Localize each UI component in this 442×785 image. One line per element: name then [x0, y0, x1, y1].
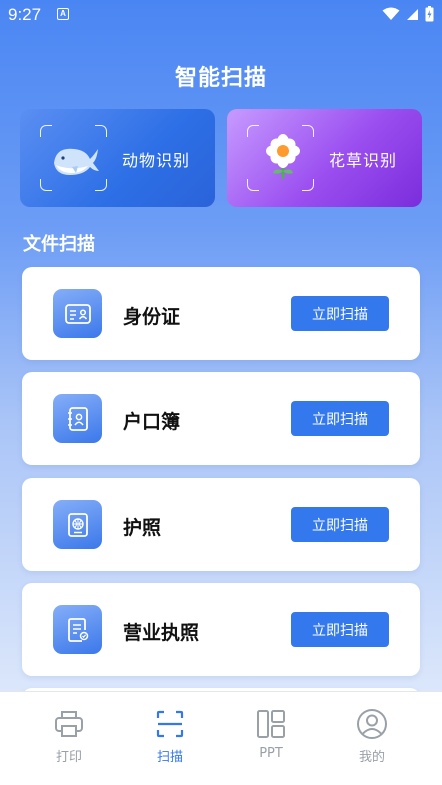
scan-now-button[interactable]: 立即扫描: [291, 401, 389, 436]
plant-recognition-card[interactable]: 花草识别: [227, 109, 422, 207]
nav-label: 扫描: [156, 750, 183, 765]
business-license-icon: [53, 605, 102, 654]
wifi-icon: [382, 7, 400, 20]
scan-item-id-card[interactable]: 身份证 立即扫描: [22, 267, 420, 360]
notification-icon: A: [57, 8, 69, 20]
status-icons: [382, 6, 434, 22]
scan-item-label: 身份证: [123, 306, 181, 328]
bottom-nav: 打印 扫描 PPT 我的: [0, 691, 442, 785]
scan-item-business-license[interactable]: 营业执照 立即扫描: [22, 583, 420, 676]
animal-recognition-card[interactable]: 动物识别: [20, 109, 215, 207]
nav-item-scan[interactable]: 扫描: [130, 708, 210, 765]
scan-item-passport[interactable]: 护照 立即扫描: [22, 478, 420, 571]
feature-label: 动物识别: [122, 151, 191, 170]
scan-item-label: 营业执照: [123, 622, 200, 644]
scan-icon: [156, 710, 184, 738]
battery-icon: [425, 6, 434, 22]
layout-icon: [257, 710, 285, 738]
section-title: 文件扫描: [23, 234, 95, 255]
printer-icon: [55, 711, 83, 737]
scan-item-label: 护照: [123, 517, 162, 539]
scan-now-button[interactable]: 立即扫描: [291, 296, 389, 331]
nav-label: PPT: [259, 746, 283, 761]
scan-item-label: 户口簿: [123, 411, 181, 433]
nav-item-ppt[interactable]: PPT: [231, 708, 311, 761]
household-book-icon: [53, 394, 102, 443]
signal-icon: [407, 8, 418, 20]
nav-item-mine[interactable]: 我的: [332, 708, 412, 765]
nav-item-print[interactable]: 打印: [29, 708, 109, 765]
status-time: 9:27: [8, 5, 42, 24]
user-icon: [357, 709, 387, 739]
scan-now-button[interactable]: 立即扫描: [291, 612, 389, 647]
flower-icon: [266, 134, 300, 179]
passport-icon: [53, 500, 102, 549]
id-card-icon: [53, 289, 102, 338]
whale-icon: [54, 148, 99, 175]
nav-label: 打印: [55, 750, 82, 765]
status-bar: 9:27 A: [0, 0, 442, 30]
scan-now-button[interactable]: 立即扫描: [291, 507, 389, 542]
scan-item-household-book[interactable]: 户口簿 立即扫描: [22, 372, 420, 465]
page-title: 智能扫描: [174, 66, 267, 91]
nav-label: 我的: [358, 750, 385, 765]
feature-label: 花草识别: [329, 151, 398, 170]
